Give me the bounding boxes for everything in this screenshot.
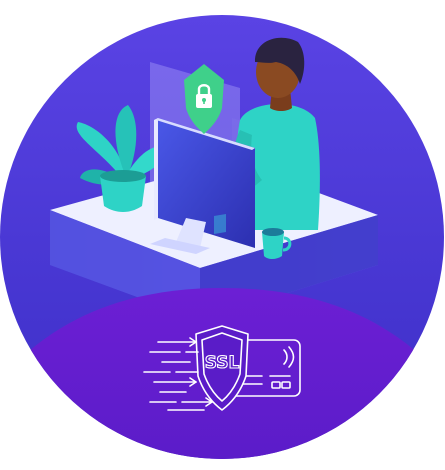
ssl-security-illustration: SSL: [0, 0, 445, 470]
ssl-label: SSL: [205, 353, 240, 373]
